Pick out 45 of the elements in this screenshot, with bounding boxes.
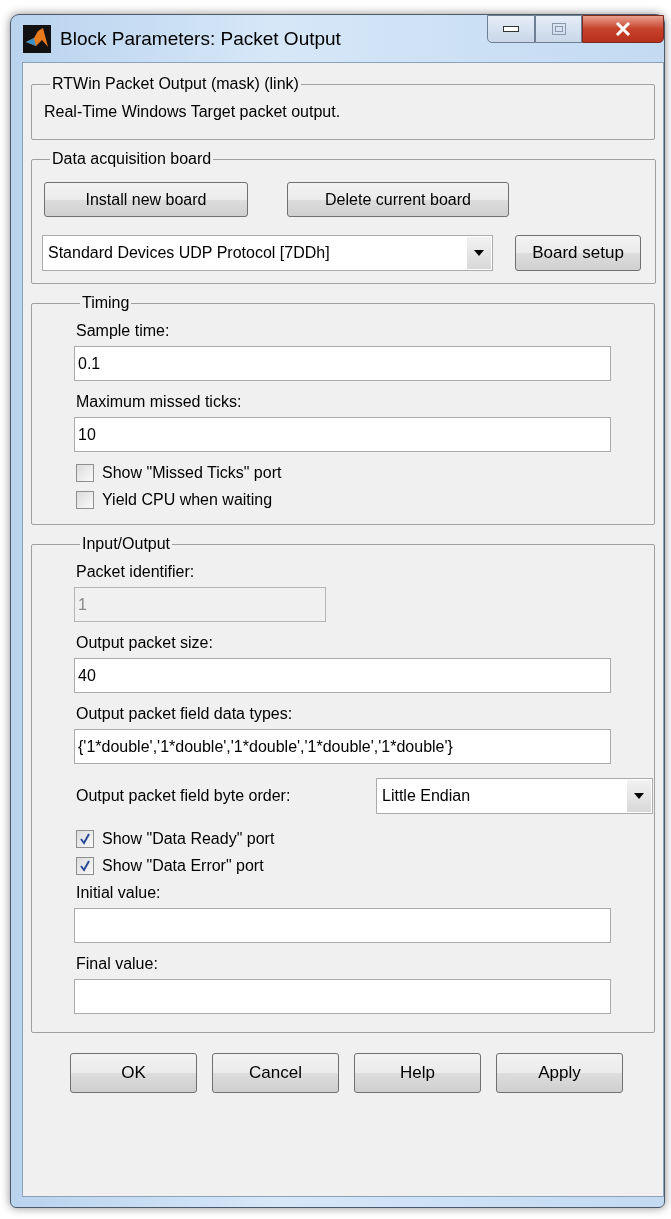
input-field[interactable]	[74, 979, 611, 1014]
checkbox-label: Show "Data Error" port	[102, 857, 264, 875]
minimize-button[interactable]	[487, 15, 535, 43]
checkbox[interactable]	[76, 491, 94, 509]
dropdown-arrow-icon	[474, 250, 484, 256]
field-label: Maximum missed ticks:	[76, 393, 243, 411]
checkbox[interactable]	[76, 464, 94, 482]
dialog-button[interactable]: Help	[354, 1053, 481, 1093]
byte-order-dropdown[interactable]: Little Endian	[376, 778, 653, 814]
description-text: Real-Time Windows Target packet output.	[44, 103, 342, 121]
input-field[interactable]: 10	[74, 417, 611, 452]
input-field[interactable]: 40	[74, 658, 611, 693]
field-label: Output packet field byte order:	[76, 787, 291, 805]
app-logo-icon	[23, 24, 51, 53]
checkbox-label: Show "Data Ready" port	[102, 830, 275, 848]
close-icon	[615, 22, 631, 36]
input-field[interactable]: {'1*double','1*double','1*double','1*double','1*double'}	[74, 729, 611, 764]
field-label: Final value:	[76, 955, 159, 973]
checkbox-label: Show "Missed Ticks" port	[102, 464, 282, 482]
group-title: RTWin Packet Output (mask) (link)	[51, 75, 300, 93]
field-label: Initial value:	[76, 884, 162, 902]
field-label: Output packet size:	[76, 634, 214, 652]
checkbox-label: Yield CPU when waiting	[102, 491, 273, 509]
dialog-button[interactable]: Cancel	[212, 1053, 339, 1093]
group-title: Data acquisition board	[51, 150, 213, 168]
group-title: Timing	[81, 294, 131, 312]
board-dropdown[interactable]: Standard Devices UDP Protocol [7DDh]	[42, 235, 493, 271]
dropdown-arrow-icon	[634, 793, 644, 799]
maximize-icon	[551, 23, 566, 35]
field-label: Sample time:	[76, 322, 171, 340]
checkbox[interactable]	[76, 857, 94, 875]
board-button[interactable]: Install new board	[44, 182, 248, 217]
board-button[interactable]: Delete current board	[287, 182, 509, 217]
dialog-button[interactable]: Apply	[496, 1053, 623, 1093]
field-label: Packet identifier:	[76, 563, 196, 581]
field-label: Output packet field data types:	[76, 705, 294, 723]
minimize-icon	[503, 26, 519, 32]
group-title: Input/Output	[81, 535, 172, 553]
checkbox[interactable]	[76, 830, 94, 848]
input-field[interactable]: 0.1	[74, 346, 611, 381]
input-field[interactable]	[74, 908, 611, 943]
close-button[interactable]	[582, 15, 664, 43]
window-title: Block Parameters: Packet Output	[60, 27, 341, 50]
dialog-button[interactable]: OK	[70, 1053, 197, 1093]
board-setup-button[interactable]: Board setup	[515, 235, 641, 271]
